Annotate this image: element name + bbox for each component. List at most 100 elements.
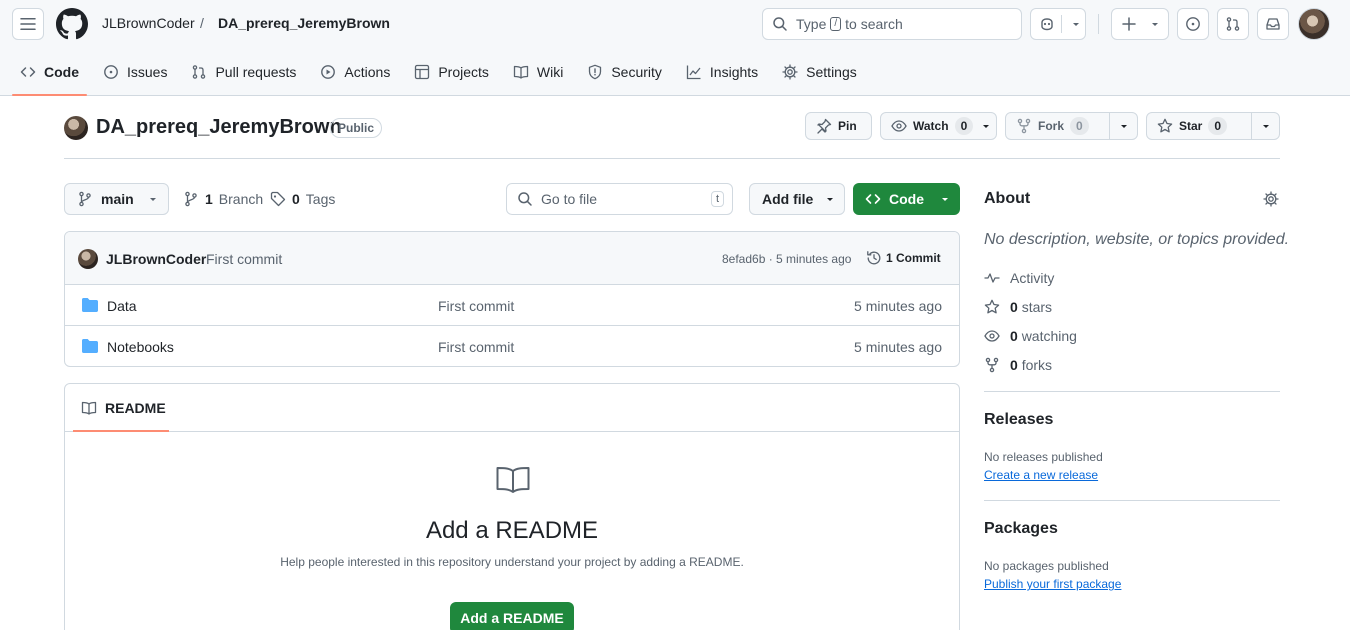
pull-request-icon	[1226, 17, 1240, 31]
add-readme-button[interactable]: Add a README	[450, 602, 574, 630]
add-file-button[interactable]: Add file	[749, 183, 845, 215]
create-new-button[interactable]	[1111, 8, 1169, 40]
commit-message[interactable]: First commit	[206, 251, 282, 267]
user-avatar[interactable]	[1298, 8, 1330, 40]
commit-author-avatar[interactable]	[78, 249, 98, 269]
shield-icon	[589, 64, 602, 80]
table-row[interactable]: Notebooks First commit 5 minutes ago	[65, 326, 959, 366]
tab-label: Settings	[806, 64, 857, 80]
branch-selector[interactable]: main	[64, 183, 169, 215]
owner-link[interactable]: JLBrownCoder	[102, 15, 195, 31]
tab-label: Projects	[438, 64, 489, 80]
pin-button[interactable]: Pin	[805, 112, 872, 140]
star-button[interactable]: Star 0	[1146, 112, 1280, 140]
commit-author[interactable]: JLBrownCoder	[106, 251, 206, 267]
issues-button[interactable]	[1177, 8, 1209, 40]
table-row[interactable]: Data First commit 5 minutes ago	[65, 285, 959, 326]
fork-dropdown[interactable]	[1109, 113, 1137, 139]
tab-projects[interactable]: Projects	[406, 56, 497, 88]
repo-title[interactable]: DA_prereq_JeremyBrown	[96, 116, 342, 139]
code-button-label: Code	[889, 191, 924, 207]
repo-link[interactable]: DA_prereq_JeremyBrown	[218, 15, 390, 31]
stars-link[interactable]: 0 stars	[984, 299, 1052, 315]
fork-icon	[985, 357, 999, 373]
branch-icon	[79, 191, 91, 207]
github-logo-icon[interactable]	[56, 8, 88, 40]
chevron-down-icon	[1120, 125, 1127, 128]
owner-avatar[interactable]	[64, 116, 88, 140]
star-icon	[984, 299, 1000, 314]
commits-link[interactable]: 1 Commit	[866, 250, 941, 266]
readme-panel: README Add a README Help people interest…	[64, 383, 960, 630]
tags-link[interactable]: 0 Tags	[270, 191, 335, 207]
pull-request-icon	[193, 65, 206, 79]
watching-link[interactable]: 0 watching	[984, 328, 1077, 344]
add-file-label: Add file	[762, 191, 814, 207]
tab-wiki[interactable]: Wiki	[505, 56, 571, 88]
watch-label: Watch	[913, 119, 949, 133]
packages-heading[interactable]: Packages	[984, 520, 1058, 538]
tab-insights[interactable]: Insights	[678, 56, 766, 88]
file-name[interactable]: Data	[107, 298, 137, 314]
pull-requests-button[interactable]	[1217, 8, 1249, 40]
copilot-button[interactable]	[1030, 8, 1086, 40]
chevron-down-icon	[827, 198, 834, 201]
history-icon	[867, 251, 881, 265]
stars-label: stars	[1021, 299, 1053, 315]
file-table: JLBrownCoder First commit 8efad6b · 5 mi…	[64, 231, 960, 367]
search-icon	[518, 192, 532, 206]
tag-count: 0	[292, 191, 300, 207]
file-commit-time: 5 minutes ago	[854, 298, 942, 314]
publish-package-link[interactable]: Publish your first package	[984, 577, 1121, 591]
tab-code[interactable]: Code	[12, 56, 87, 96]
pin-label: Pin	[838, 119, 857, 133]
file-commit-message[interactable]: First commit	[438, 298, 514, 314]
issue-icon	[104, 65, 118, 79]
tab-issues[interactable]: Issues	[95, 56, 175, 88]
header-divider	[1098, 14, 1099, 34]
graph-icon	[686, 65, 701, 80]
search-input[interactable]: Type / to search	[762, 8, 1022, 40]
code-dropdown-button[interactable]: Code	[853, 183, 960, 215]
forks-label: forks	[1021, 357, 1053, 373]
readme-description: Help people interested in this repositor…	[280, 555, 744, 569]
copilot-icon	[1041, 18, 1053, 31]
watching-count: 0	[1010, 328, 1018, 344]
go-to-file-input[interactable]: Go to file t	[506, 183, 733, 215]
file-commit-message[interactable]: First commit	[438, 339, 514, 355]
tab-security[interactable]: Security	[579, 56, 670, 88]
star-dropdown[interactable]	[1251, 113, 1279, 139]
search-suffix: to search	[845, 16, 903, 32]
file-name[interactable]: Notebooks	[107, 339, 174, 355]
readme-tab-underline	[73, 430, 169, 432]
activity-label: Activity	[1010, 270, 1055, 286]
plus-icon	[1122, 17, 1136, 31]
folder-icon	[82, 298, 98, 312]
branches-link[interactable]: 1 Branch	[183, 191, 263, 207]
tab-pull-requests[interactable]: Pull requests	[183, 56, 304, 88]
tab-settings[interactable]: Settings	[774, 56, 865, 88]
gear-icon	[782, 64, 798, 80]
menu-button[interactable]	[12, 8, 44, 40]
forks-link[interactable]: 0 forks	[984, 357, 1052, 373]
code-icon	[865, 194, 881, 204]
activity-link[interactable]: Activity	[984, 270, 1054, 286]
watch-button[interactable]: Watch 0	[880, 112, 997, 140]
create-release-link[interactable]: Create a new release	[984, 468, 1098, 482]
stars-count: 0	[1010, 299, 1018, 315]
commit-count: 1 Commit	[886, 251, 941, 265]
commit-sha-time[interactable]: 8efad6b · 5 minutes ago	[722, 252, 851, 266]
fork-button[interactable]: Fork 0	[1005, 112, 1138, 140]
readme-tab[interactable]: README	[81, 400, 166, 416]
inbox-button[interactable]	[1257, 8, 1289, 40]
chevron-down-icon	[983, 125, 990, 128]
tab-actions[interactable]: Actions	[312, 56, 398, 88]
pin-icon	[817, 118, 832, 134]
book-icon	[496, 467, 530, 493]
releases-heading[interactable]: Releases	[984, 411, 1053, 429]
fork-icon	[1017, 118, 1031, 134]
eye-icon	[891, 120, 907, 132]
readme-tab-label: README	[105, 400, 166, 416]
gear-icon[interactable]	[1263, 191, 1279, 207]
pulse-icon	[984, 273, 1000, 283]
